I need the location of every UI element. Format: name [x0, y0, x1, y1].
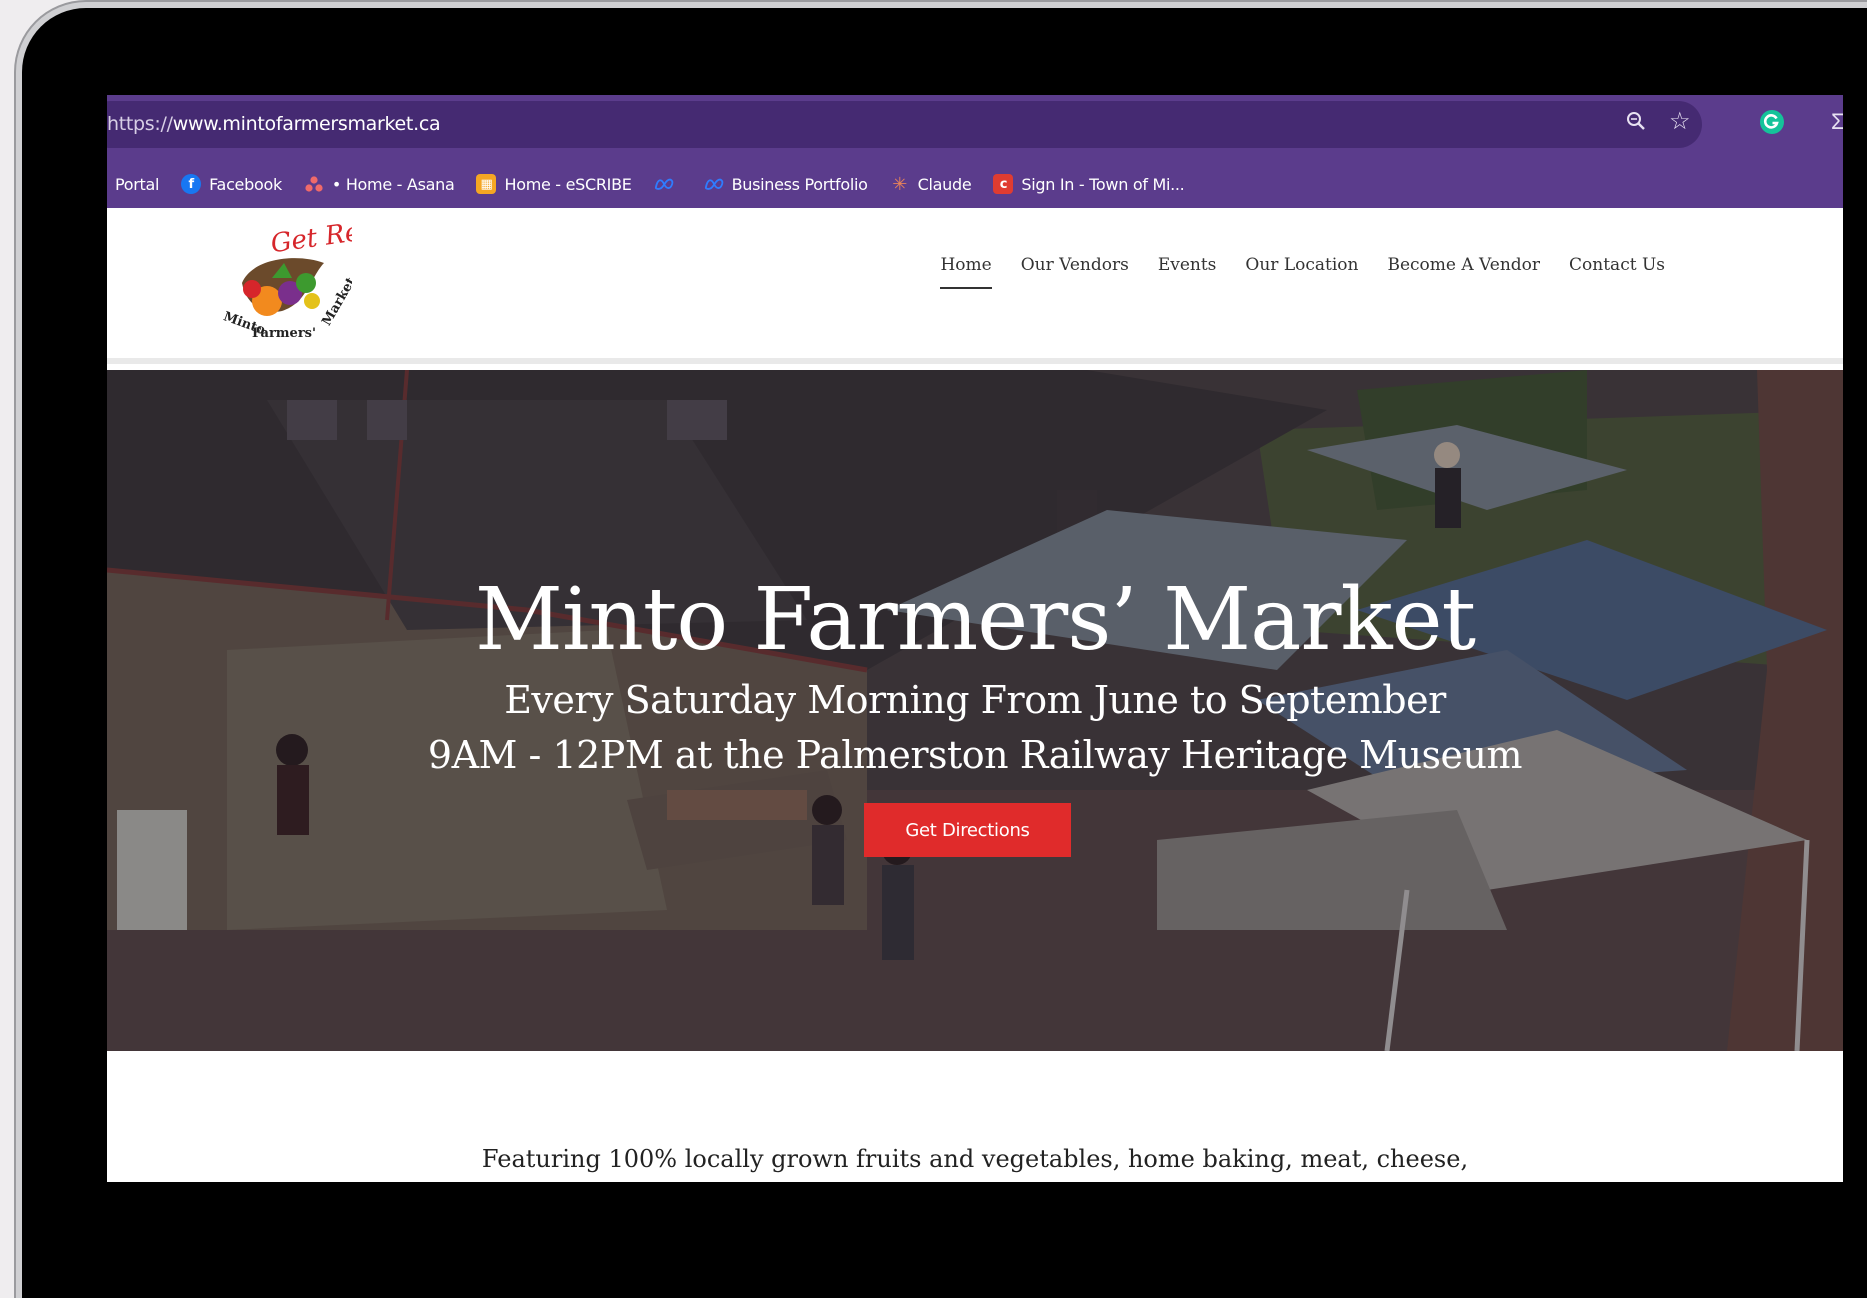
nav-become-a-vendor[interactable]: Become A Vendor — [1387, 255, 1540, 289]
bookmark-asana[interactable]: • Home - Asana — [304, 174, 455, 194]
bookmark-label: Home - eSCRIBE — [504, 174, 632, 194]
meta-icon — [654, 174, 674, 194]
bookmark-meta[interactable] — [654, 174, 682, 194]
escribe-icon: ▦ — [476, 174, 497, 194]
hero-location: 9AM - 12PM at the Palmerston Railway Her… — [427, 733, 1523, 777]
device-bezel: https://www.mintofarmersmarket.ca ☆ Σ )P… — [22, 8, 1867, 1298]
bookmark-label: • Home - Asana — [331, 174, 455, 194]
url-prefix: https:// — [107, 113, 173, 135]
town-icon: c — [993, 174, 1014, 194]
main-nav: Home Our Vendors Events Our Location Bec… — [940, 255, 1665, 289]
bookmark-facebook[interactable]: f Facebook — [181, 174, 282, 194]
nav-our-location[interactable]: Our Location — [1245, 255, 1358, 289]
address-bar[interactable]: https://www.mintofarmersmarket.ca ☆ — [107, 101, 1702, 148]
zoom-icon[interactable] — [1624, 109, 1648, 140]
bookmark-label: Portal — [114, 174, 160, 194]
asana-icon — [304, 174, 324, 194]
bookmarks-bar: )Portal f Facebook • Home - Asana ▦ Home… — [107, 160, 1843, 208]
bookmark-label: Sign In - Town of Mi... — [1021, 174, 1185, 194]
bookmark-business-portfolio[interactable]: Business Portfolio — [704, 174, 868, 194]
nav-home[interactable]: Home — [940, 255, 992, 289]
bookmark-escribe[interactable]: ▦ Home - eSCRIBE — [476, 174, 632, 194]
site-header: Get Real! Minto Farmers' Market Home Our… — [107, 208, 1843, 364]
grammarly-icon[interactable] — [1759, 109, 1785, 142]
facebook-icon: f — [181, 174, 202, 194]
bookmark-claude[interactable]: ✳ Claude — [890, 173, 972, 195]
bookmark-label: Business Portfolio — [731, 174, 868, 194]
url-domain: www.mintofarmersmarket.ca — [172, 113, 441, 135]
svg-text:Market: Market — [319, 275, 352, 328]
nav-events[interactable]: Events — [1158, 255, 1217, 289]
get-directions-button[interactable]: Get Directions — [864, 803, 1071, 857]
bookmark-label: Facebook — [209, 174, 282, 194]
bookmark-star-icon[interactable]: ☆ — [1669, 107, 1691, 136]
intro-text: Featuring 100% locally grown fruits and … — [481, 1145, 1469, 1173]
address-bar-row: https://www.mintofarmersmarket.ca ☆ Σ — [107, 95, 1843, 160]
svg-text:Get Real!: Get Real! — [269, 223, 352, 259]
nav-contact-us[interactable]: Contact Us — [1569, 255, 1665, 289]
bookmark-sign-in[interactable]: c Sign In - Town of Mi... — [993, 174, 1185, 194]
svg-text:Farmers': Farmers' — [252, 326, 316, 341]
site-logo[interactable]: Get Real! Minto Farmers' Market — [212, 212, 396, 343]
browser-screen: https://www.mintofarmersmarket.ca ☆ Σ )P… — [107, 95, 1843, 1182]
hero-schedule: Every Saturday Morning From June to Sept… — [504, 678, 1446, 722]
bookmark-portal[interactable]: )Portal — [107, 175, 159, 194]
nav-our-vendors[interactable]: Our Vendors — [1021, 255, 1129, 289]
extension-icon[interactable]: Σ — [1831, 109, 1843, 135]
url-text[interactable]: https://www.mintofarmersmarket.ca — [107, 113, 441, 135]
hero-title: Minto Farmers’ Market — [474, 570, 1476, 670]
claude-icon: ✳ — [892, 173, 908, 195]
hero-banner: Minto Farmers’ Market Every Saturday Mor… — [107, 370, 1843, 1051]
bookmark-label: Claude — [917, 174, 972, 194]
meta-icon — [704, 174, 724, 194]
